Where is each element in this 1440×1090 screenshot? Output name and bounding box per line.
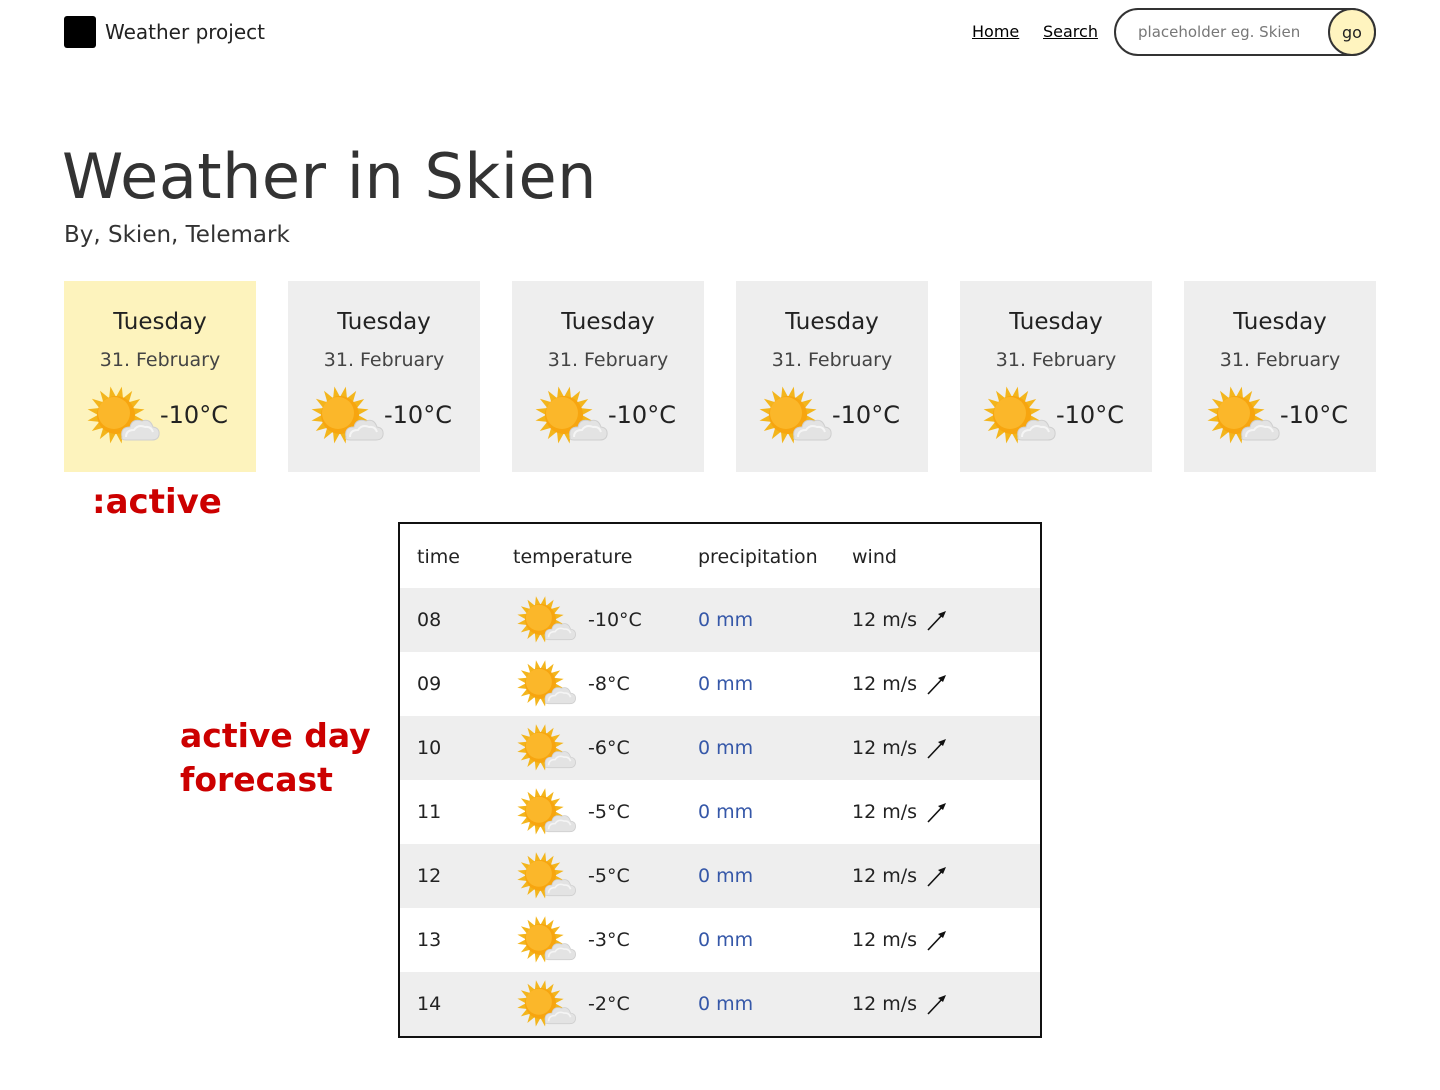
sun-behind-cloud-icon xyxy=(516,659,578,711)
day-temperature: -10°C xyxy=(1280,401,1348,429)
forecast-time: 08 xyxy=(417,609,442,631)
sun-behind-cloud-icon xyxy=(982,385,1058,449)
day-name: Tuesday xyxy=(785,309,879,335)
forecast-temperature: -3°C xyxy=(588,929,630,951)
day-temperature: -10°C xyxy=(384,401,452,429)
day-name: Tuesday xyxy=(1233,309,1327,335)
table-row: 14 -2°C 0 mm 12 m/s xyxy=(400,972,1040,1036)
forecast-wind: 12 m/s xyxy=(852,801,918,823)
wind-direction-arrow-icon xyxy=(925,992,949,1016)
sun-behind-cloud-icon xyxy=(534,385,610,449)
wind-direction-arrow-icon xyxy=(925,864,949,888)
day-name: Tuesday xyxy=(337,309,431,335)
page-title: Weather in Skien xyxy=(62,140,597,213)
day-date: 31. February xyxy=(771,349,893,371)
sun-behind-cloud-icon xyxy=(758,385,834,449)
day-card[interactable]: Tuesday 31. February -10°C xyxy=(1184,281,1376,472)
table-row: 13 -3°C 0 mm 12 m/s xyxy=(400,908,1040,972)
forecast-wind: 12 m/s xyxy=(852,737,918,759)
day-card[interactable]: Tuesday 31. February -10°C xyxy=(288,281,480,472)
day-name: Tuesday xyxy=(561,309,655,335)
day-card[interactable]: Tuesday 31. February -10°C xyxy=(736,281,928,472)
day-name: Tuesday xyxy=(1009,309,1103,335)
forecast-annotation: active day forecast xyxy=(180,714,380,802)
forecast-header-row: time temperature precipitation wind xyxy=(400,524,1040,588)
sun-behind-cloud-icon xyxy=(516,915,578,967)
forecast-temperature: -8°C xyxy=(588,673,630,695)
forecast-time: 11 xyxy=(417,801,442,823)
forecast-time: 09 xyxy=(417,673,442,695)
forecast-precipitation: 0 mm xyxy=(698,737,754,759)
day-name: Tuesday xyxy=(113,309,207,335)
day-date: 31. February xyxy=(995,349,1117,371)
forecast-wind: 12 m/s xyxy=(852,673,918,695)
brand-name[interactable]: Weather project xyxy=(105,20,265,44)
day-date: 31. February xyxy=(323,349,445,371)
search-form: go xyxy=(1114,8,1376,56)
forecast-temperature: -5°C xyxy=(588,801,630,823)
wind-direction-arrow-icon xyxy=(925,800,949,824)
forecast-annotation-line1: active day xyxy=(180,716,371,755)
day-temperature: -10°C xyxy=(160,401,228,429)
wind-direction-arrow-icon xyxy=(925,928,949,952)
wind-direction-arrow-icon xyxy=(925,608,949,632)
header-temperature: temperature xyxy=(513,546,633,568)
day-temperature: -10°C xyxy=(1056,401,1124,429)
go-button[interactable]: go xyxy=(1328,8,1376,56)
table-row: 08 -10°C 0 mm 12 m/s xyxy=(400,588,1040,652)
page-subtitle: By, Skien, Telemark xyxy=(64,222,290,248)
day-card[interactable]: Tuesday 31. February -10°C xyxy=(512,281,704,472)
day-card[interactable]: Tuesday 31. February -10°C xyxy=(960,281,1152,472)
header-wind: wind xyxy=(852,546,897,568)
forecast-precipitation: 0 mm xyxy=(698,609,754,631)
site-header: Weather project Home Search go xyxy=(64,8,1376,56)
day-card-active[interactable]: Tuesday 31. February -10°C xyxy=(64,281,256,472)
sun-behind-cloud-icon xyxy=(516,851,578,903)
forecast-temperature: -5°C xyxy=(588,865,630,887)
sun-behind-cloud-icon xyxy=(1206,385,1282,449)
search-input[interactable] xyxy=(1128,18,1344,46)
day-date: 31. February xyxy=(1219,349,1341,371)
forecast-temperature: -2°C xyxy=(588,993,630,1015)
forecast-time: 12 xyxy=(417,865,442,887)
table-row: 11 -5°C 0 mm 12 m/s xyxy=(400,780,1040,844)
header-precipitation: precipitation xyxy=(698,546,818,568)
forecast-precipitation: 0 mm xyxy=(698,801,754,823)
day-date: 31. February xyxy=(99,349,221,371)
wind-direction-arrow-icon xyxy=(925,672,949,696)
day-date: 31. February xyxy=(547,349,669,371)
forecast-annotation-line2: forecast xyxy=(180,760,333,799)
forecast-temperature: -10°C xyxy=(588,609,642,631)
day-temperature: -10°C xyxy=(832,401,900,429)
forecast-time: 13 xyxy=(417,929,442,951)
sun-behind-cloud-icon xyxy=(516,979,578,1031)
forecast-temperature: -6°C xyxy=(588,737,630,759)
sun-behind-cloud-icon xyxy=(516,595,578,647)
forecast-precipitation: 0 mm xyxy=(698,673,754,695)
active-annotation: :active xyxy=(92,482,222,522)
forecast-wind: 12 m/s xyxy=(852,993,918,1015)
forecast-precipitation: 0 mm xyxy=(698,993,754,1015)
nav-home-link[interactable]: Home xyxy=(972,22,1019,41)
table-row: 09 -8°C 0 mm 12 m/s xyxy=(400,652,1040,716)
forecast-time: 14 xyxy=(417,993,442,1015)
forecast-wind: 12 m/s xyxy=(852,929,918,951)
forecast-table: time temperature precipitation wind 08 -1… xyxy=(398,522,1042,1038)
sun-behind-cloud-icon xyxy=(86,385,162,449)
header-time: time xyxy=(417,546,460,568)
sun-behind-cloud-icon xyxy=(310,385,386,449)
sun-behind-cloud-icon xyxy=(516,787,578,839)
day-temperature: -10°C xyxy=(608,401,676,429)
logo-icon[interactable] xyxy=(64,16,96,48)
forecast-precipitation: 0 mm xyxy=(698,865,754,887)
wind-direction-arrow-icon xyxy=(925,736,949,760)
forecast-wind: 12 m/s xyxy=(852,865,918,887)
forecast-precipitation: 0 mm xyxy=(698,929,754,951)
table-row: 12 -5°C 0 mm 12 m/s xyxy=(400,844,1040,908)
forecast-wind: 12 m/s xyxy=(852,609,918,631)
table-row: 10 -6°C 0 mm 12 m/s xyxy=(400,716,1040,780)
sun-behind-cloud-icon xyxy=(516,723,578,775)
forecast-time: 10 xyxy=(417,737,442,759)
nav-search-link[interactable]: Search xyxy=(1043,22,1098,41)
